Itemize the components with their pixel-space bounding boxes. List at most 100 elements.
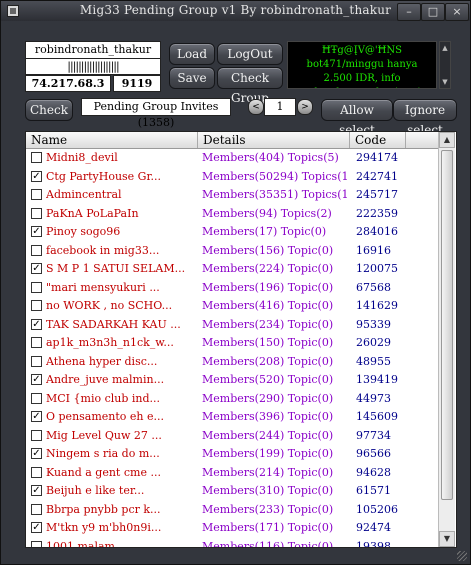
group-code-cell: 294174 [356, 151, 398, 164]
row-checkbox[interactable] [31, 300, 42, 311]
scroll-down-icon[interactable]: ▼ [439, 531, 455, 547]
group-details-cell: Members(156) Topic(0) [202, 243, 334, 257]
load-button[interactable]: Load [169, 43, 215, 65]
scroll-up-icon[interactable]: ▲ [441, 43, 449, 53]
row-checkbox[interactable]: ✓ [31, 485, 42, 496]
table-row[interactable]: Kuand a gent cme ... Members(214) Topic(0… [26, 464, 438, 483]
group-details-cell: Members(233) Topic(0) [202, 502, 334, 516]
group-details-cell: Members(234) Topic(0) [202, 317, 334, 331]
group-code-cell: 120075 [356, 262, 398, 275]
ignore-select-button[interactable]: Ignore select [393, 99, 457, 137]
logout-button[interactable]: LogOut [217, 43, 283, 65]
group-code-cell: 67568 [356, 280, 391, 294]
table-row[interactable]: no WORK , no SCHO... Members(416) Topic(0… [26, 297, 438, 316]
row-checkbox[interactable] [31, 503, 42, 515]
table-row[interactable]: 1001 malam Members(116) Topic(0) 19398 [26, 538, 438, 547]
password-field[interactable]: ||||||||||||||||||| [25, 58, 161, 75]
row-checkbox[interactable] [31, 189, 42, 200]
row-checkbox[interactable]: ✓ [31, 263, 42, 274]
row-checkbox[interactable] [31, 392, 42, 404]
group-code-cell: 61571 [356, 484, 391, 497]
server-ip-field[interactable]: 74.217.68.3 [25, 75, 111, 92]
table-row[interactable]: PaKnA PoLaPaIn Members(94) Topics(2) 22235… [26, 205, 438, 224]
table-row[interactable]: ✓ TAK SADARKAH KAU ... Members(234) Topic(… [26, 316, 438, 335]
group-code-cell: 96566 [356, 447, 391, 460]
table-row[interactable]: facebook in mig33... Members(156) Topic(0… [26, 242, 438, 261]
column-header-name[interactable]: Name [26, 132, 198, 148]
row-checkbox[interactable] [31, 337, 42, 348]
group-name-cell: Andre_juve malmin... [46, 373, 165, 386]
row-checkbox[interactable] [31, 244, 42, 256]
scroll-down-icon[interactable]: ▼ [441, 77, 449, 87]
table-row[interactable]: "mari mensyukuri ... Members(196) Topic(0… [26, 279, 438, 298]
group-details-cell: Members(171) Topic(0) [202, 521, 334, 534]
row-checkbox[interactable] [31, 207, 42, 219]
table-row[interactable]: ✓ Pinoy sogo96 Members(17) Topic(0) 284016 [26, 223, 438, 242]
check-group-button[interactable]: Check Group [217, 67, 283, 105]
group-invites-table: Name Details Code Midni8_devil Members(40… [25, 131, 457, 548]
table-row[interactable]: ✓ Beijuh e like ter... Members(310) Topic(… [26, 482, 438, 501]
table-row[interactable]: ✓ Ningem s ria do m... Members(199) Topic(… [26, 445, 438, 464]
row-checkbox[interactable] [31, 281, 42, 293]
app-window: Mig33 Pending Group v1 By robindronath_t… [0, 0, 471, 565]
group-code-cell: 245717 [356, 188, 398, 201]
scrollbar-thumb[interactable] [441, 150, 453, 500]
row-checkbox[interactable] [31, 152, 42, 163]
allow-select-button[interactable]: Allow select [321, 99, 393, 137]
table-row[interactable]: Midni8_devil Members(404) Topics(5) 294174 [26, 149, 438, 168]
maximize-button[interactable]: □ [421, 3, 445, 21]
group-name-cell: MCI {mio club ind... [46, 391, 161, 405]
save-button[interactable]: Save [169, 67, 215, 89]
username-field[interactable]: robindronath_thakur [25, 41, 161, 59]
check-button[interactable]: Check [25, 99, 73, 121]
row-checkbox[interactable]: ✓ [31, 374, 42, 385]
group-code-cell: 16916 [356, 243, 391, 257]
row-checkbox[interactable]: ✓ [31, 411, 42, 422]
group-name-cell: Ningem s ria do m... [46, 447, 160, 460]
group-details-cell: Members(35351) Topics(15) [202, 188, 348, 201]
row-checkbox[interactable]: ✓ [31, 522, 42, 533]
user-info-panel: robindronath_thakur ||||||||||||||||||| … [25, 41, 161, 92]
group-name-cell: Pinoy sogo96 [46, 225, 121, 238]
table-row[interactable]: MCI {mio club ind... Members(290) Topic(0… [26, 390, 438, 409]
group-details-cell: Members(224) Topic(0) [202, 262, 334, 275]
scroll-up-icon[interactable]: ▲ [439, 132, 455, 148]
row-checkbox[interactable]: ✓ [31, 448, 42, 459]
table-row[interactable]: ✓ Andre_juve malmin... Members(520) Topic(… [26, 371, 438, 390]
title-bar[interactable]: Mig33 Pending Group v1 By robindronath_t… [1, 1, 470, 21]
resize-grip-icon[interactable] [457, 551, 467, 561]
table-row[interactable]: ✓ Ctg PartyHouse Gr... Members(50294) Topi… [26, 168, 438, 187]
column-header-code[interactable]: Code [350, 132, 406, 148]
row-checkbox[interactable] [31, 429, 42, 441]
table-row[interactable]: ✓ S M P 1 SATUI SELAM... Members(224) Topi… [26, 260, 438, 279]
table-row[interactable]: Mig Level Quw 27 ... Members(244) Topic(0… [26, 427, 438, 446]
table-row[interactable]: ✓ M'tkn y9 m'bh0n9i... Members(171) Topic(… [26, 519, 438, 538]
ticker-scrollbar[interactable]: ▲ ▼ [439, 41, 451, 89]
table-scrollbar[interactable]: ▲ ▼ [438, 132, 455, 547]
row-checkbox[interactable] [31, 355, 42, 367]
row-checkbox[interactable]: ✓ [31, 318, 42, 330]
group-code-cell: 48955 [356, 354, 391, 368]
row-checkbox[interactable] [31, 466, 42, 478]
group-code-cell: 26029 [356, 336, 391, 349]
minimize-button[interactable]: – [397, 3, 421, 21]
close-button[interactable]: × [445, 3, 469, 21]
group-code-cell: 222359 [356, 206, 398, 220]
table-row[interactable]: Athena hyper disc... Members(208) Topic(0… [26, 353, 438, 372]
server-port-field[interactable]: 9119 [113, 75, 161, 92]
group-details-cell: Members(404) Topics(5) [202, 151, 339, 164]
table-row[interactable]: ✓ O pensamento eh e... Members(396) Topic(… [26, 408, 438, 427]
row-checkbox[interactable]: ✓ [31, 170, 42, 182]
prev-page-button[interactable]: < [248, 99, 264, 115]
row-checkbox[interactable] [31, 540, 42, 547]
table-row[interactable]: Bbrpa pnybb pcr k... Members(233) Topic(0… [26, 501, 438, 520]
table-body: Midni8_devil Members(404) Topics(5) 294174… [26, 149, 438, 547]
table-row[interactable]: ap1k_m3n3h_n1ck_w... Members(150) Topic(0… [26, 334, 438, 353]
group-name-cell: M'tkn y9 m'bh0n9i... [46, 521, 162, 534]
next-page-button[interactable]: > [297, 99, 313, 115]
row-checkbox[interactable]: ✓ [31, 226, 42, 237]
column-header-details[interactable]: Details [198, 132, 350, 148]
page-number-input[interactable]: 1 [264, 98, 296, 116]
group-details-cell: Members(94) Topics(2) [202, 206, 332, 220]
table-row[interactable]: Admincentral Members(35351) Topics(15) 245… [26, 186, 438, 205]
